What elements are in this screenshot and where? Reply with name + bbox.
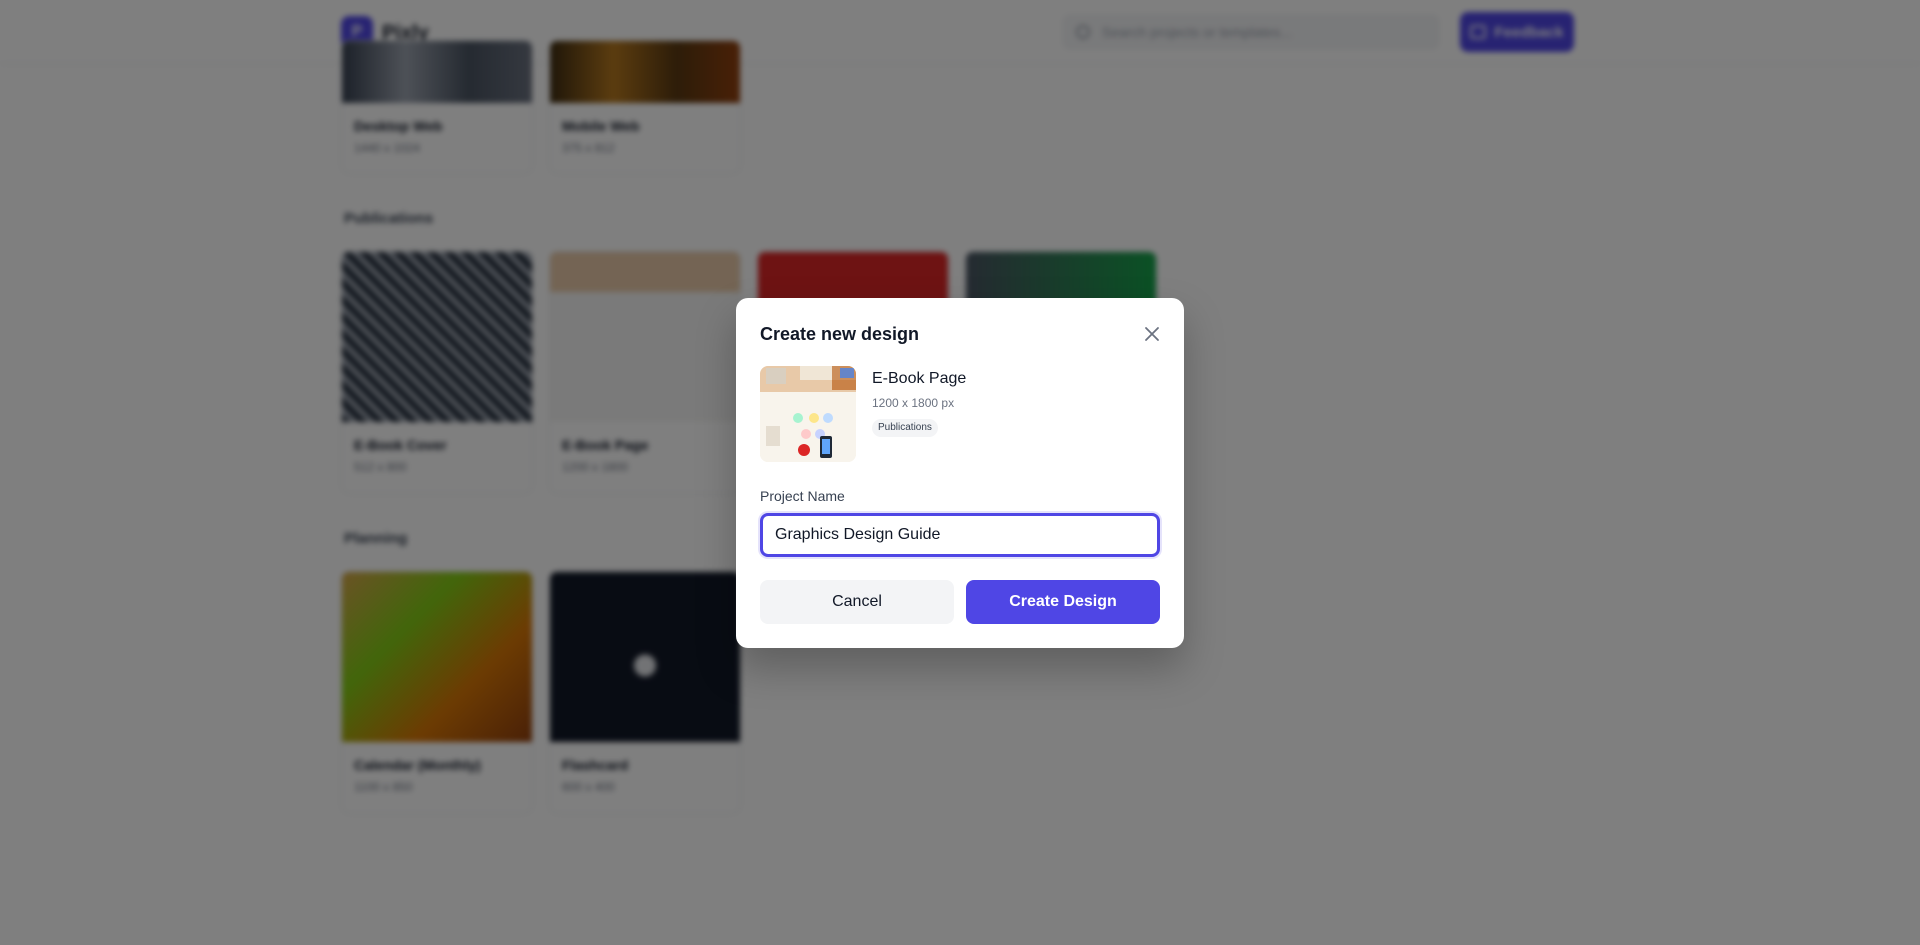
template-name: E-Book Page (872, 370, 967, 387)
category-badge: Publications (872, 419, 938, 437)
template-size: 1200 x 1800 px (872, 396, 955, 410)
close-icon[interactable] (1140, 322, 1164, 346)
create-design-dialog: Create new design E-Book Page 1200 x 180… (736, 298, 1184, 648)
project-name-input[interactable] (760, 513, 1160, 557)
create-design-button[interactable]: Create Design (966, 580, 1160, 624)
project-name-label: Project Name (760, 488, 845, 504)
template-thumbnail (760, 366, 856, 462)
cancel-button[interactable]: Cancel (760, 580, 954, 624)
dialog-title: Create new design (760, 324, 920, 344)
